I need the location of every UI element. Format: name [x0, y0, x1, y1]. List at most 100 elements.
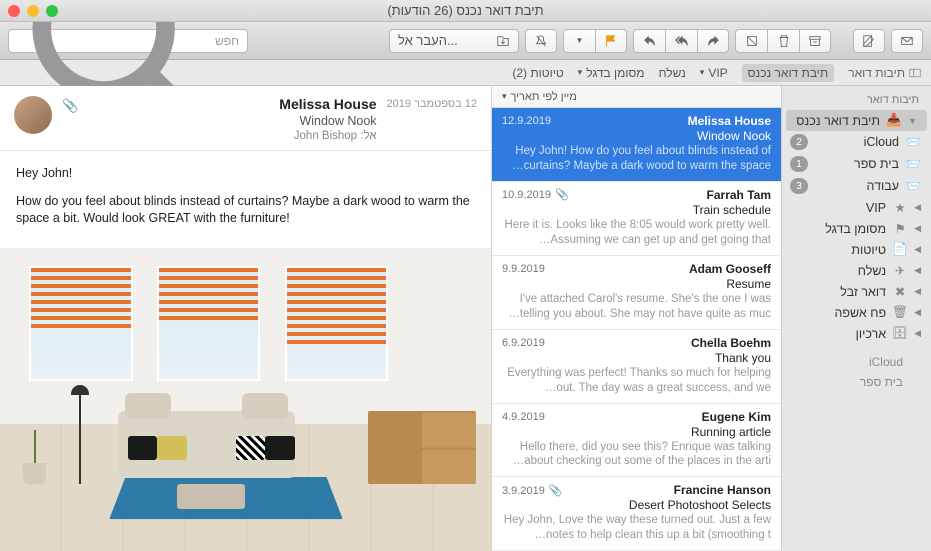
disclosure-triangle-icon[interactable]: ◀ [914, 223, 921, 234]
message-from: Francine Hanson [674, 483, 771, 497]
archive-icon: 🗄 [892, 326, 908, 341]
flag-icon: ⚑ [892, 221, 908, 236]
message-row[interactable]: Melissa House12.9.2019Window NookHey Joh… [492, 108, 781, 182]
message-date: 4.9.2019 [502, 411, 545, 423]
message-row[interactable]: Farrah Tam📎10.9.2019Train scheduleHere i… [492, 182, 781, 256]
unread-badge: 1 [790, 156, 808, 172]
star-icon: ★ [892, 200, 908, 215]
preview-header: 12 בספטמבר 2019 Melissa House Window Noo… [0, 86, 491, 151]
message-row[interactable]: Eugene Kim4.9.2019Running articleHello t… [492, 404, 781, 478]
message-from: Chella Boehm [691, 336, 771, 350]
message-subject: Desert Photoshoot Selects [502, 498, 771, 512]
paperplane-icon: ✈ [892, 263, 908, 278]
sidebar-drafts[interactable]: ◀ 📄 טיוטות [782, 239, 931, 260]
minimize-window-button[interactable] [27, 5, 39, 17]
chevron-down-icon: ▾ [577, 35, 582, 46]
disclosure-triangle-icon[interactable]: ◀ [914, 265, 921, 276]
message-subject: Resume [502, 277, 771, 291]
flag-icon [604, 34, 618, 48]
message-row[interactable]: Adam Gooseff 9.9.2019 ResumeI've attached … [492, 256, 781, 330]
unread-badge: 3 [790, 178, 808, 194]
message-from: Eugene Kim [702, 410, 771, 424]
sender-avatar[interactable] [14, 96, 52, 134]
message-row[interactable]: Chella Boehm6.9.2019Thank youEverything … [492, 330, 781, 404]
fav-flagged[interactable]: מסומן בדגל▾ [578, 66, 645, 80]
sidebar-flagged[interactable]: ◀ ⚑ מסומן בדגל [782, 218, 931, 239]
disclosure-triangle-icon[interactable]: ◀ [914, 328, 921, 339]
fav-inbox[interactable]: תיבת דואר נכנס [742, 64, 835, 82]
bell-slash-icon [534, 34, 548, 48]
chevron-down-icon: ▾ [502, 91, 507, 102]
archive-icon [808, 34, 822, 48]
message-from: Adam Gooseff [689, 262, 771, 276]
preview-body: Hey John! How do you feel about blinds i… [0, 151, 491, 248]
message-subject: Window Nook [502, 129, 771, 143]
disclosure-triangle-icon[interactable]: ◀ [914, 286, 921, 297]
sidebar-archive[interactable]: ◀ 🗄 ארכיון [782, 323, 931, 344]
sidebar-junk[interactable]: ◀ ✖ דואר זבל [782, 281, 931, 302]
junk-icon: ✖ [892, 284, 908, 299]
message-preview-text: I've attached Carol's resume. She's the … [502, 292, 771, 322]
mailbox-sidebar: תיבות דואר ▼ 📥 תיבת דואר נכנס 📨 iCloud 2… [781, 86, 931, 551]
sidebar-work-inbox[interactable]: 📨 עבודה 3 [782, 175, 931, 197]
search-field[interactable]: חפש [8, 29, 248, 53]
attachment-icon: 📎 [62, 98, 78, 114]
close-window-button[interactable] [8, 5, 20, 17]
message-preview-text: Hello there, did you see this? Enrique w… [502, 440, 771, 470]
attachment-icon: 📎 [555, 189, 569, 201]
message-date: 9.9.2019 [502, 263, 545, 275]
zoom-window-button[interactable] [46, 5, 58, 17]
disclosure-triangle-icon[interactable]: ◀ [914, 244, 921, 255]
forward-icon [706, 34, 720, 48]
message-subject: Thank you [502, 351, 771, 365]
toolbar: חפש העבר אל... ▾ [0, 22, 931, 60]
message-date: 📎3.9.2019 [502, 484, 563, 497]
chevron-down-icon: ▾ [578, 67, 583, 78]
forward-button[interactable] [697, 29, 729, 53]
trash-icon [777, 34, 791, 48]
archive-button[interactable] [799, 29, 831, 53]
trash-icon: 🗑 [892, 305, 908, 320]
compose-button[interactable] [853, 29, 885, 53]
sidebar-trash[interactable]: ◀ 🗑 פח אשפה [782, 302, 931, 323]
reply-all-button[interactable] [665, 29, 697, 53]
flag-button[interactable] [595, 29, 627, 53]
fav-drafts[interactable]: טיוטות (2) [512, 66, 563, 80]
message-from: Farrah Tam [707, 188, 771, 202]
message-date: 12.9.2019 [502, 115, 551, 127]
disclosure-triangle-icon[interactable]: ▼ [908, 116, 917, 126]
sidebar-sent[interactable]: ◀ ✈ נשלח [782, 260, 931, 281]
sidebar-inbox[interactable]: ▼ 📥 תיבת דואר נכנס [786, 110, 927, 131]
junk-button[interactable] [735, 29, 767, 53]
sort-header[interactable]: מיין לפי תאריך ▾ [492, 86, 781, 108]
delete-button[interactable] [767, 29, 799, 53]
sidebar-school-inbox[interactable]: 📨 בית ספר 1 [782, 153, 931, 175]
message-preview-text: Here it is. Looks like the 8:05 would wo… [502, 218, 771, 248]
message-row[interactable]: Francine Hanson 📎3.9.2019Desert Photoshoo… [492, 477, 781, 551]
disclosure-triangle-icon[interactable]: ◀ [914, 307, 921, 318]
window-titlebar: תיבת דואר נכנס (26 הודעות) [0, 0, 931, 22]
document-icon: 📄 [892, 242, 908, 257]
reply-button[interactable] [633, 29, 665, 53]
sidebar-vip[interactable]: ◀ ★ VIP [782, 197, 931, 218]
mailboxes-toggle[interactable]: תיבות דואר [848, 66, 921, 80]
fav-vip[interactable]: VIP▾ [700, 66, 728, 80]
message-preview-text: Hey John, Love the way these turned out.… [502, 513, 771, 543]
sidebar-account-icloud[interactable]: iCloud [782, 352, 931, 372]
disclosure-triangle-icon[interactable]: ◀ [914, 202, 921, 213]
mute-button[interactable] [525, 29, 557, 53]
sidebar-section-header: תיבות דואר [782, 92, 931, 110]
sidebar-icon [909, 67, 921, 79]
message-preview: 12 בספטמבר 2019 Melissa House Window Noo… [0, 86, 491, 551]
move-to-button[interactable]: העבר אל... [389, 29, 519, 53]
get-mail-button[interactable] [891, 29, 923, 53]
sidebar-account-school[interactable]: בית ספר [782, 372, 931, 392]
message-subject: Train schedule [502, 203, 771, 217]
preview-from: Melissa House [88, 96, 376, 112]
fav-sent[interactable]: נשלח [659, 66, 686, 80]
attached-image[interactable] [0, 248, 491, 551]
flag-menu-button[interactable]: ▾ [563, 29, 595, 53]
sidebar-icloud-inbox[interactable]: 📨 iCloud 2 [782, 131, 931, 153]
message-from: Melissa House [688, 114, 771, 128]
reply-all-icon [675, 34, 689, 48]
